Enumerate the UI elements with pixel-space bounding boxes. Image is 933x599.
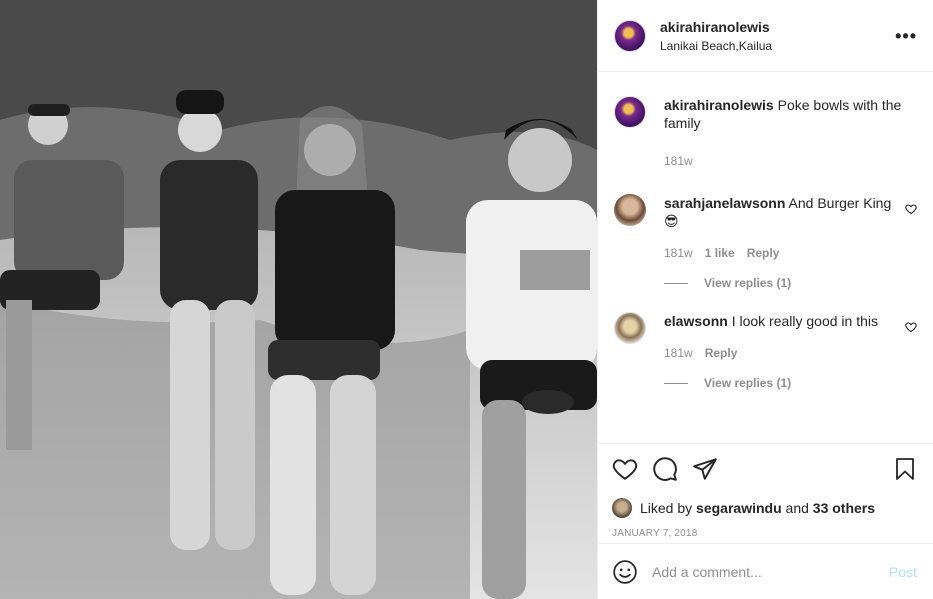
action-icons bbox=[612, 454, 917, 484]
post-comment-button[interactable]: Post bbox=[889, 564, 917, 580]
comment-age[interactable]: 181w bbox=[664, 244, 693, 262]
caption-avatar[interactable] bbox=[614, 96, 646, 128]
comment-username[interactable]: elawsonn bbox=[664, 313, 728, 329]
caption-body: akirahiranolewis Poke bowls with the fam… bbox=[664, 96, 917, 170]
comments-list: akirahiranolewis Poke bowls with the fam… bbox=[598, 72, 933, 443]
liker-username[interactable]: segarawindu bbox=[696, 500, 782, 516]
comment-likes-count[interactable]: 1 like bbox=[705, 244, 735, 262]
post-sidebar: akirahiranolewis Lanikai Beach,Kailua ••… bbox=[597, 0, 933, 599]
likes-text: Liked by segarawindu and 33 others bbox=[640, 500, 875, 516]
view-replies-label: View replies (1) bbox=[704, 276, 792, 290]
comment-icon[interactable] bbox=[652, 456, 678, 482]
paper-plane-icon[interactable] bbox=[692, 456, 718, 482]
post-actions: Liked by segarawindu and 33 others JANUA… bbox=[598, 443, 933, 543]
comment-text: I look really good in this bbox=[731, 313, 878, 329]
commenter-avatar[interactable] bbox=[614, 312, 646, 344]
reply-button[interactable]: Reply bbox=[705, 344, 738, 362]
post-location[interactable]: Lanikai Beach,Kailua bbox=[660, 39, 895, 53]
likes-prefix: Liked by bbox=[640, 500, 693, 516]
comment-meta: 181w Reply bbox=[664, 344, 893, 362]
comment-item: elawsonn I look really good in this 181w… bbox=[614, 312, 917, 362]
comment-like-heart-icon[interactable] bbox=[893, 194, 917, 218]
comment-meta: 181w 1 like Reply bbox=[664, 244, 893, 262]
commenter-avatar[interactable] bbox=[614, 194, 646, 226]
owner-avatar[interactable] bbox=[614, 19, 646, 52]
post-viewer: akirahiranolewis Lanikai Beach,Kailua ••… bbox=[0, 0, 933, 599]
comment-like-heart-icon[interactable] bbox=[893, 312, 917, 336]
comment-body: sarahjanelawsonn And Burger King 😎 181w … bbox=[664, 194, 893, 262]
reply-button[interactable]: Reply bbox=[747, 244, 780, 262]
owner-info: akirahiranolewis Lanikai Beach,Kailua bbox=[660, 19, 895, 53]
liker-avatar[interactable] bbox=[612, 498, 632, 518]
caption-meta: 181w bbox=[664, 152, 917, 170]
post-photo[interactable] bbox=[0, 0, 597, 599]
bookmark-icon[interactable] bbox=[893, 456, 917, 482]
likes-others-link[interactable]: 33 others bbox=[813, 500, 875, 516]
more-options-icon[interactable]: ••• bbox=[895, 27, 917, 45]
caption-age[interactable]: 181w bbox=[664, 152, 693, 170]
beach-photo-image bbox=[0, 0, 597, 599]
comment-username[interactable]: sarahjanelawsonn bbox=[664, 195, 785, 211]
replies-divider bbox=[664, 282, 688, 284]
likes-and: and bbox=[785, 500, 809, 516]
view-replies-button[interactable]: View replies (1) bbox=[664, 276, 917, 290]
likes-summary: Liked by segarawindu and 33 others bbox=[612, 498, 917, 518]
heart-icon[interactable] bbox=[612, 456, 638, 482]
add-comment-bar: Post bbox=[598, 543, 933, 599]
replies-divider bbox=[664, 382, 688, 384]
owner-username[interactable]: akirahiranolewis bbox=[660, 19, 895, 35]
comment-input[interactable] bbox=[652, 563, 889, 580]
view-replies-button[interactable]: View replies (1) bbox=[664, 376, 917, 390]
comment-item: sarahjanelawsonn And Burger King 😎 181w … bbox=[614, 194, 917, 262]
caption-username[interactable]: akirahiranolewis bbox=[664, 97, 774, 113]
caption: akirahiranolewis Poke bowls with the fam… bbox=[614, 96, 917, 170]
post-header: akirahiranolewis Lanikai Beach,Kailua ••… bbox=[598, 0, 933, 72]
smiley-icon[interactable] bbox=[612, 559, 638, 585]
post-date[interactable]: JANUARY 7, 2018 bbox=[612, 528, 917, 539]
comment-body: elawsonn I look really good in this 181w… bbox=[664, 312, 893, 362]
view-replies-label: View replies (1) bbox=[704, 376, 792, 390]
comment-age[interactable]: 181w bbox=[664, 344, 693, 362]
